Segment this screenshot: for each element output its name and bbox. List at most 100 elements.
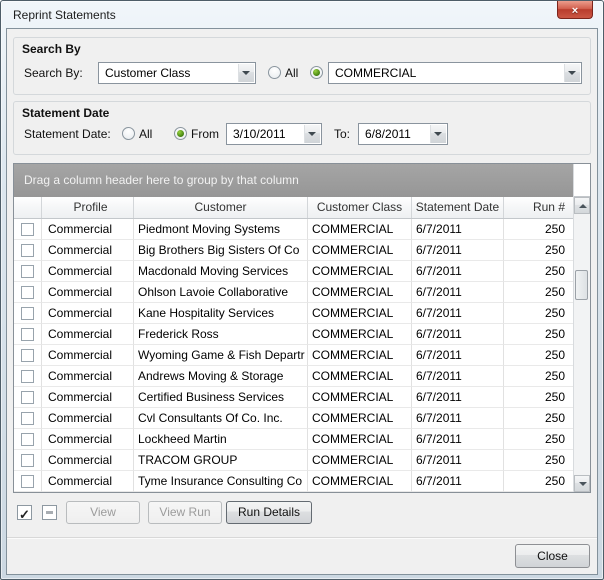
row-checkbox[interactable] bbox=[21, 307, 34, 320]
cell-customer-class: COMMERCIAL bbox=[308, 450, 412, 471]
search-value-radio[interactable] bbox=[310, 66, 323, 79]
chevron-down-icon bbox=[308, 132, 316, 136]
row-checkbox[interactable] bbox=[21, 454, 34, 467]
chevron-down-icon bbox=[568, 71, 576, 75]
row-checkbox[interactable] bbox=[21, 265, 34, 278]
vertical-scrollbar[interactable] bbox=[573, 164, 590, 492]
view-run-button[interactable]: View Run bbox=[148, 501, 222, 524]
date-from-radio-label: From bbox=[191, 123, 219, 145]
dropdown-arrow-button[interactable] bbox=[564, 64, 580, 82]
header-checkbox-column bbox=[14, 197, 42, 218]
title-bar[interactable]: Reprint Statements × bbox=[1, 1, 603, 28]
close-button[interactable]: Close bbox=[515, 544, 590, 568]
row-checkbox[interactable] bbox=[21, 244, 34, 257]
date-all-radio[interactable] bbox=[122, 127, 135, 140]
dropdown-arrow-button[interactable] bbox=[304, 125, 320, 143]
cell-customer: TRACOM GROUP bbox=[134, 450, 308, 471]
search-by-value-dropdown[interactable]: COMMERCIAL bbox=[328, 62, 582, 84]
row-checkbox[interactable] bbox=[21, 286, 34, 299]
statements-grid: Drag a column header here to group by th… bbox=[13, 163, 591, 493]
row-checkbox[interactable] bbox=[21, 433, 34, 446]
cell-run-number: 250 bbox=[504, 324, 573, 345]
date-from-radio[interactable] bbox=[174, 127, 187, 140]
table-row[interactable]: Commercial Frederick Ross COMMERCIAL 6/7… bbox=[14, 324, 573, 345]
row-checkbox-cell bbox=[14, 387, 42, 408]
cell-profile: Commercial bbox=[42, 408, 134, 429]
cell-customer: Piedmont Moving Systems bbox=[134, 219, 308, 240]
table-row[interactable]: Commercial Piedmont Moving Systems COMME… bbox=[14, 219, 573, 240]
check-icon: ✓ bbox=[19, 507, 30, 522]
cell-statement-date: 6/7/2011 bbox=[412, 261, 504, 282]
dropdown-arrow-button[interactable] bbox=[238, 64, 254, 82]
search-by-label: Search By: bbox=[24, 62, 83, 84]
cell-customer: Ohlson Lavoie Collaborative bbox=[134, 282, 308, 303]
table-row[interactable]: Commercial Certified Business Services C… bbox=[14, 387, 573, 408]
select-all-checkbox[interactable]: ✓ bbox=[17, 505, 32, 520]
cell-profile: Commercial bbox=[42, 240, 134, 261]
row-checkbox[interactable] bbox=[21, 328, 34, 341]
row-checkbox[interactable] bbox=[21, 391, 34, 404]
table-row[interactable]: Commercial Big Brothers Big Sisters Of C… bbox=[14, 240, 573, 261]
header-run-number[interactable]: Run # bbox=[504, 197, 573, 218]
to-date-dropdown[interactable]: 6/8/2011 bbox=[358, 123, 448, 145]
cell-profile: Commercial bbox=[42, 261, 134, 282]
scrollbar-thumb[interactable] bbox=[575, 270, 588, 300]
run-details-button[interactable]: Run Details bbox=[226, 501, 312, 524]
scrollbar-track[interactable] bbox=[574, 214, 590, 475]
cell-statement-date: 6/7/2011 bbox=[412, 366, 504, 387]
cell-customer-class: COMMERCIAL bbox=[308, 387, 412, 408]
row-checkbox[interactable] bbox=[21, 349, 34, 362]
triangle-down-icon bbox=[579, 482, 587, 486]
cell-customer: Tyme Insurance Consulting Co bbox=[134, 471, 308, 492]
row-checkbox[interactable] bbox=[21, 412, 34, 425]
row-checkbox[interactable] bbox=[21, 475, 34, 488]
clear-selection-checkbox[interactable] bbox=[42, 505, 57, 520]
dropdown-arrow-button[interactable] bbox=[430, 125, 446, 143]
cell-run-number: 250 bbox=[504, 240, 573, 261]
close-window-button[interactable]: × bbox=[557, 1, 593, 19]
date-all-radio-label: All bbox=[139, 123, 152, 145]
row-checkbox-cell bbox=[14, 240, 42, 261]
table-row[interactable]: Commercial Macdonald Moving Services COM… bbox=[14, 261, 573, 282]
search-by-group-title: Search By bbox=[22, 42, 81, 56]
header-profile[interactable]: Profile bbox=[42, 197, 134, 218]
header-statement-date[interactable]: Statement Date bbox=[412, 197, 504, 218]
view-button[interactable]: View bbox=[66, 501, 140, 524]
row-checkbox-cell bbox=[14, 219, 42, 240]
table-row[interactable]: Commercial Cvl Consultants Of Co. Inc. C… bbox=[14, 408, 573, 429]
row-checkbox[interactable] bbox=[21, 370, 34, 383]
grid-body: Commercial Piedmont Moving Systems COMME… bbox=[14, 219, 573, 492]
search-all-radio-label: All bbox=[285, 62, 298, 84]
cell-run-number: 250 bbox=[504, 408, 573, 429]
search-by-field-dropdown[interactable]: Customer Class bbox=[98, 62, 256, 84]
cell-run-number: 250 bbox=[504, 261, 573, 282]
search-by-group: Search By Search By: Customer Class All … bbox=[13, 37, 591, 95]
scroll-up-button[interactable] bbox=[574, 197, 590, 214]
cell-customer: Macdonald Moving Services bbox=[134, 261, 308, 282]
table-row[interactable]: Commercial Tyme Insurance Consulting Co … bbox=[14, 471, 573, 492]
table-row[interactable]: Commercial TRACOM GROUP COMMERCIAL 6/7/2… bbox=[14, 450, 573, 471]
cell-profile: Commercial bbox=[42, 303, 134, 324]
cell-profile: Commercial bbox=[42, 387, 134, 408]
table-row[interactable]: Commercial Ohlson Lavoie Collaborative C… bbox=[14, 282, 573, 303]
header-customer-class[interactable]: Customer Class bbox=[308, 197, 412, 218]
table-row[interactable]: Commercial Kane Hospitality Services COM… bbox=[14, 303, 573, 324]
footer-divider bbox=[7, 537, 597, 539]
cell-profile: Commercial bbox=[42, 429, 134, 450]
table-row[interactable]: Commercial Wyoming Game & Fish Departr C… bbox=[14, 345, 573, 366]
row-checkbox-cell bbox=[14, 282, 42, 303]
header-customer[interactable]: Customer bbox=[134, 197, 308, 218]
cell-statement-date: 6/7/2011 bbox=[412, 219, 504, 240]
from-date-dropdown[interactable]: 3/10/2011 bbox=[226, 123, 322, 145]
cell-customer: Big Brothers Big Sisters Of Co bbox=[134, 240, 308, 261]
search-all-radio[interactable] bbox=[268, 66, 281, 79]
table-row[interactable]: Commercial Andrews Moving & Storage COMM… bbox=[14, 366, 573, 387]
cell-statement-date: 6/7/2011 bbox=[412, 345, 504, 366]
cell-statement-date: 6/7/2011 bbox=[412, 240, 504, 261]
table-row[interactable]: Commercial Lockheed Martin COMMERCIAL 6/… bbox=[14, 429, 573, 450]
row-checkbox-cell bbox=[14, 345, 42, 366]
statement-date-label: Statement Date: bbox=[24, 123, 111, 145]
scroll-down-button[interactable] bbox=[574, 475, 590, 492]
cell-customer-class: COMMERCIAL bbox=[308, 366, 412, 387]
row-checkbox[interactable] bbox=[21, 223, 34, 236]
